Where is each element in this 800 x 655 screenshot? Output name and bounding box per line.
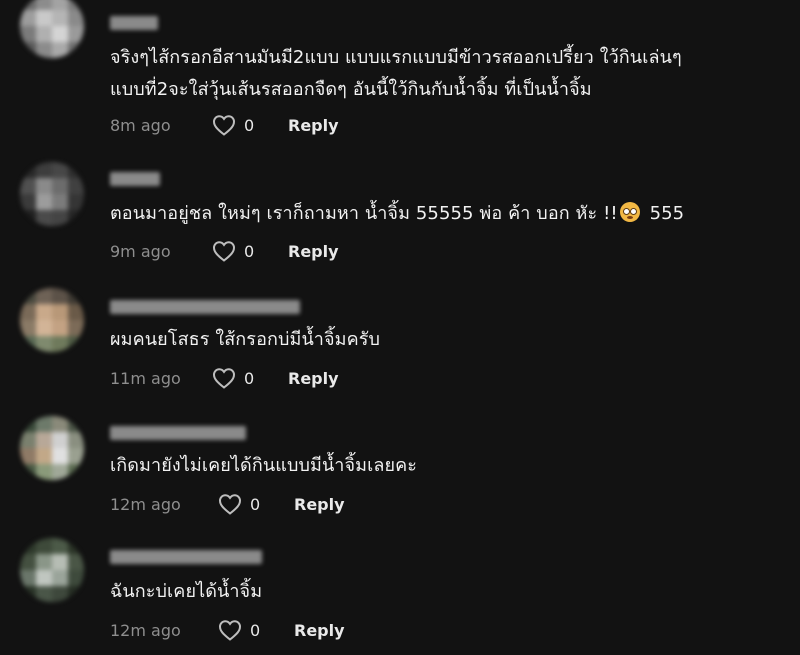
like-button[interactable]: 0: [218, 619, 294, 641]
comment-time: 12m ago: [110, 494, 181, 514]
comment-text-line: เกิดมายังไม่เคยได้กินแบบมีน้ำจิ้มเลยคะ: [110, 455, 418, 476]
comment-text: ผมคนยโสธร ใส้กรอกบ่มีน้ำจิ้มครับ: [110, 324, 770, 356]
comment-text-part: 555: [649, 203, 685, 224]
heart-outline-icon: [218, 620, 242, 641]
comment-item: ผมคนยโสธร ใส้กรอกบ่มีน้ำจิ้มครับ 11m ago…: [0, 276, 800, 402]
like-count: 0: [250, 620, 261, 640]
comment-item: จริงๆไส้กรอกอีสานมันมี2แบบ แบบแรกแบบมีข้…: [0, 0, 800, 150]
like-count: 0: [244, 368, 255, 388]
comment-meta: 11m ago 0 Reply: [110, 366, 339, 390]
comment-meta: 12m ago 0 Reply: [110, 492, 345, 516]
comment-item: ตอนมาอยู่ชล ใหม่ๆ เราก็ถามหา น้ำจิ้ม 555…: [0, 150, 800, 276]
comment-text: จริงๆไส้กรอกอีสานมันมี2แบบ แบบแรกแบบมีข้…: [110, 42, 770, 106]
comment-text: เกิดมายังไม่เคยได้กินแบบมีน้ำจิ้มเลยคะ: [110, 450, 770, 482]
comment-text-line: แบบที่2จะใส่วุ้นเส้นรสออกจืดๆ อันนี้ใว้ก…: [110, 79, 592, 100]
comment-text-line: ฉันกะบ่เคยได้น้ำจิ้ม: [110, 581, 263, 602]
heart-outline-icon: [212, 115, 236, 136]
avatar[interactable]: [20, 538, 84, 602]
username-blurred[interactable]: [110, 426, 246, 440]
avatar[interactable]: [20, 288, 84, 352]
comment-item: เกิดมายังไม่เคยได้กินแบบมีน้ำจิ้มเลยคะ 1…: [0, 402, 800, 528]
comment-text: ฉันกะบ่เคยได้น้ำจิ้ม: [110, 576, 770, 608]
comment-time: 12m ago: [110, 620, 181, 640]
comment-item: ฉันกะบ่เคยได้น้ำจิ้ม 12m ago 0 Reply: [0, 528, 800, 655]
comment-meta: 9m ago 0 Reply: [110, 239, 339, 263]
comment-time: 8m ago: [110, 115, 171, 135]
comment-text-part: ตอนมาอยู่ชล ใหม่ๆ เราก็ถามหา น้ำจิ้ม 555…: [110, 203, 618, 224]
reply-button[interactable]: Reply: [288, 116, 339, 135]
comment-text-line: จริงๆไส้กรอกอีสานมันมี2แบบ แบบแรกแบบมีข้…: [110, 47, 682, 68]
reply-button[interactable]: Reply: [288, 242, 339, 261]
like-button[interactable]: 0: [212, 367, 288, 389]
like-count: 0: [250, 494, 261, 514]
username-blurred[interactable]: [110, 16, 158, 30]
avatar[interactable]: [20, 162, 84, 226]
heart-outline-icon: [212, 241, 236, 262]
comment-meta: 8m ago 0 Reply: [110, 113, 339, 137]
like-count: 0: [244, 241, 255, 261]
comment-text: ตอนมาอยู่ชล ใหม่ๆ เราก็ถามหา น้ำจิ้ม 555…: [110, 198, 770, 230]
reply-button[interactable]: Reply: [288, 369, 339, 388]
heart-outline-icon: [212, 368, 236, 389]
username-blurred[interactable]: [110, 172, 160, 186]
avatar[interactable]: [20, 0, 84, 58]
flushed-face-emoji: [619, 202, 640, 222]
heart-outline-icon: [218, 494, 242, 515]
like-button[interactable]: 0: [212, 114, 288, 136]
comment-text-line: ผมคนยโสธร ใส้กรอกบ่มีน้ำจิ้มครับ: [110, 329, 381, 350]
comment-time: 9m ago: [110, 241, 171, 261]
like-count: 0: [244, 115, 255, 135]
username-blurred[interactable]: [110, 550, 262, 564]
comment-time: 11m ago: [110, 368, 181, 388]
comment-meta: 12m ago 0 Reply: [110, 618, 345, 642]
username-blurred[interactable]: [110, 300, 300, 314]
reply-button[interactable]: Reply: [294, 621, 345, 640]
like-button[interactable]: 0: [212, 240, 288, 262]
avatar[interactable]: [20, 416, 84, 480]
reply-button[interactable]: Reply: [294, 495, 345, 514]
like-button[interactable]: 0: [218, 493, 294, 515]
